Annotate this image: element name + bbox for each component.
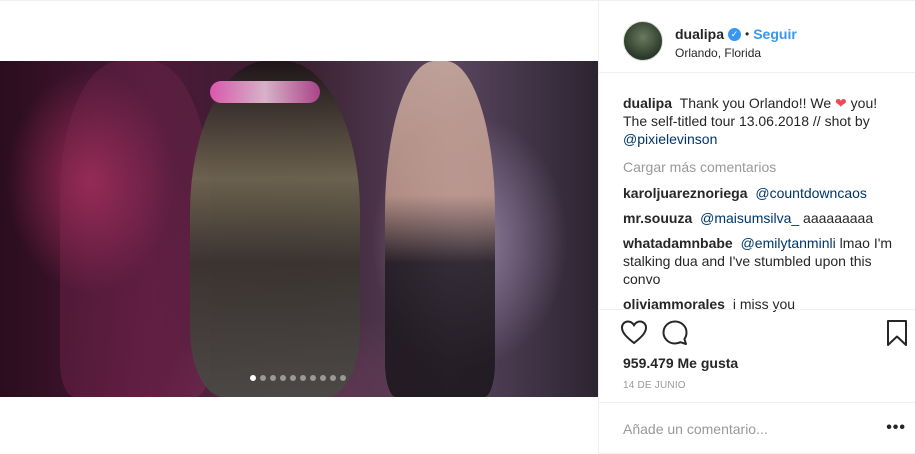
- add-comment-bar: •••: [599, 402, 915, 454]
- comment-mention[interactable]: @emilytanminli: [741, 235, 836, 251]
- carousel-dot: [270, 375, 276, 381]
- caption: dualipa Thank you Orlando!! We ❤ you! Th…: [623, 94, 903, 148]
- stage-light: [210, 81, 320, 103]
- add-comment-input[interactable]: [623, 417, 863, 441]
- carousel-dot: [340, 375, 346, 381]
- heart-outline-icon[interactable]: [619, 318, 649, 348]
- red-heart-emoji-icon: ❤: [835, 95, 847, 111]
- carousel-indicator: [250, 375, 346, 383]
- background-figure: [385, 61, 495, 397]
- comment-item: karoljuareznoriega @countdowncaos: [623, 184, 903, 202]
- comment-mention[interactable]: @maisumsilva_: [700, 210, 799, 226]
- instagram-post: dualipa ✓ • Seguir Orlando, Florida dual…: [0, 0, 915, 454]
- load-more-comments-button[interactable]: Cargar más comentarios: [623, 158, 903, 176]
- verified-badge-icon: ✓: [728, 27, 742, 41]
- carousel-dot: [300, 375, 306, 381]
- action-bar: [599, 309, 915, 357]
- avatar[interactable]: [623, 21, 663, 61]
- caption-mention[interactable]: @pixielevinson: [623, 131, 717, 147]
- post-photo[interactable]: [0, 61, 598, 397]
- post-sidebar: dualipa ✓ • Seguir Orlando, Florida dual…: [598, 1, 915, 454]
- media-area: [0, 1, 598, 454]
- separator: •: [745, 27, 750, 41]
- carousel-dot: [290, 375, 296, 381]
- carousel-dot: [320, 375, 326, 381]
- comment-username[interactable]: karoljuareznoriega: [623, 185, 748, 201]
- follow-button[interactable]: Seguir: [753, 26, 797, 42]
- more-options-button[interactable]: •••: [886, 419, 906, 437]
- likes-count[interactable]: 959.479 Me gusta: [623, 355, 738, 371]
- comment-text: aaaaaaaaa: [803, 210, 874, 226]
- carousel-dot: [310, 375, 316, 381]
- post-date[interactable]: 14 DE JUNIO: [623, 380, 686, 391]
- comment-username[interactable]: mr.souuza: [623, 210, 692, 226]
- comment-item: mr.souuza @maisumsilva_ aaaaaaaaa: [623, 209, 903, 227]
- speech-bubble-icon[interactable]: [660, 318, 690, 348]
- username-row: dualipa ✓ • Seguir: [675, 26, 797, 42]
- carousel-dot: [280, 375, 286, 381]
- caption-username[interactable]: dualipa: [623, 95, 672, 111]
- bookmark-icon[interactable]: [882, 318, 912, 348]
- post-header: dualipa ✓ • Seguir Orlando, Florida: [599, 1, 915, 73]
- username-link[interactable]: dualipa: [675, 26, 724, 42]
- carousel-dot: [250, 375, 256, 381]
- comment-mention[interactable]: @countdowncaos: [755, 185, 867, 201]
- background-figure: [60, 61, 210, 397]
- comment-username[interactable]: whatadamnbabe: [623, 235, 733, 251]
- carousel-dot: [260, 375, 266, 381]
- carousel-dot: [330, 375, 336, 381]
- comment-item: whatadamnbabe @emilytanminli lmao I'm st…: [623, 234, 903, 288]
- comments-section: dualipa Thank you Orlando!! We ❤ you! Th…: [623, 94, 903, 320]
- location-link[interactable]: Orlando, Florida: [675, 46, 761, 60]
- main-figure: [190, 61, 360, 397]
- caption-text: Thank you Orlando!! We: [679, 95, 832, 111]
